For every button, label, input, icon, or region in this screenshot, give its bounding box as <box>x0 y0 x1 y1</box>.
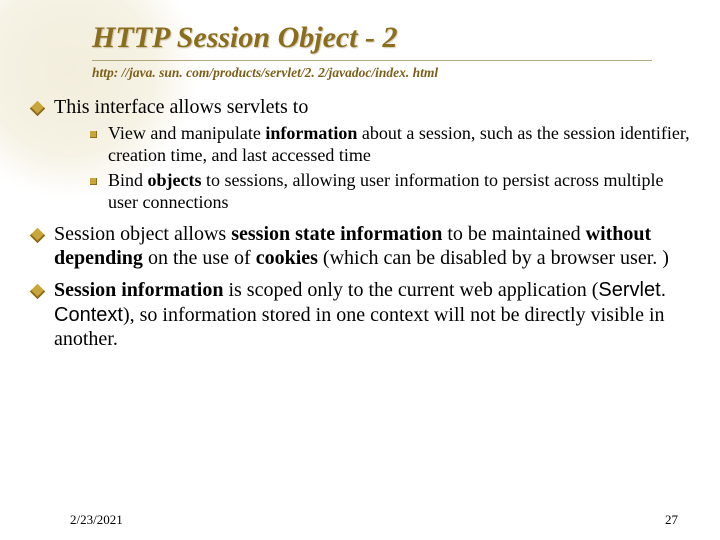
text-bold: objects <box>148 170 202 190</box>
sub-bullet-1: View and manipulate information about a … <box>54 123 692 167</box>
text: (which can be disabled by a browser user… <box>318 247 669 269</box>
text-bold: Session information <box>54 279 223 301</box>
text: ), so information stored in one context … <box>54 304 665 350</box>
bullet-list: This interface allows servlets to View a… <box>20 95 692 352</box>
sub-bullet-list: View and manipulate information about a … <box>54 123 692 214</box>
content-area: This interface allows servlets to View a… <box>0 81 720 352</box>
title-block: HTTP Session Object - 2 http: //java. su… <box>0 0 720 81</box>
text: on the use of <box>143 247 256 269</box>
title-rule <box>92 60 652 61</box>
text-bold: information <box>265 123 357 143</box>
bullet-2: Session object allows session state info… <box>20 222 692 271</box>
sub-bullet-2: Bind objects to sessions, allowing user … <box>54 170 692 214</box>
bullet-1: This interface allows servlets to View a… <box>20 95 692 214</box>
text: View and manipulate <box>108 123 265 143</box>
text: Session object allows <box>54 223 231 245</box>
footer-date: 2/23/2021 <box>70 512 123 528</box>
slide-title: HTTP Session Object - 2 <box>92 22 720 54</box>
text: is scoped only to the current web applic… <box>223 279 598 301</box>
text-bold: session state information <box>231 223 442 245</box>
text: to be maintained <box>442 223 585 245</box>
text-bold: cookies <box>256 247 318 269</box>
slide-subtitle: http: //java. sun. com/products/servlet/… <box>92 65 720 81</box>
bullet-1-text: This interface allows servlets to <box>54 96 308 118</box>
footer-page-number: 27 <box>665 512 678 528</box>
text: Bind <box>108 170 148 190</box>
bullet-3: Session information is scoped only to th… <box>20 278 692 351</box>
